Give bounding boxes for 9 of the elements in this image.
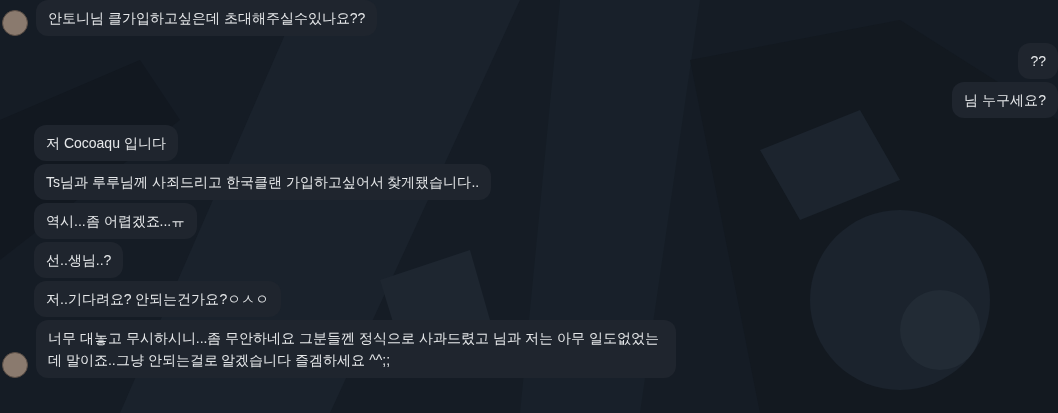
message-bubble: 안토니님 클가입하고싶은데 초대해주실수있나요?? — [36, 0, 378, 36]
message-bubble: 선..생님..? — [34, 242, 124, 278]
message-bubble: Ts님과 루루님께 사죄드리고 한국클랜 가입하고싶어서 찾게됐습니다.. — [34, 164, 492, 200]
message-bubble: 너무 대놓고 무시하시니...좀 무안하네요 그분들껜 정식으로 사과드렸고 님과 저는 아무 일도없었는데 말이죠..그냥 안되는걸로 알겠습니다 즐겜하세요 ^^;; — [36, 320, 676, 378]
message-bubble: 역시...좀 어렵겠죠...ㅠ — [34, 203, 198, 239]
message-bubble: 저..기다려요? 안되는건가요?ㅇㅅㅇ — [34, 281, 282, 317]
message-bubble: 님 누구세요? — [952, 82, 1058, 118]
message-bubble: 저 Cocoaqu 입니다 — [34, 125, 178, 161]
message-bubble: ?? — [1018, 43, 1058, 79]
